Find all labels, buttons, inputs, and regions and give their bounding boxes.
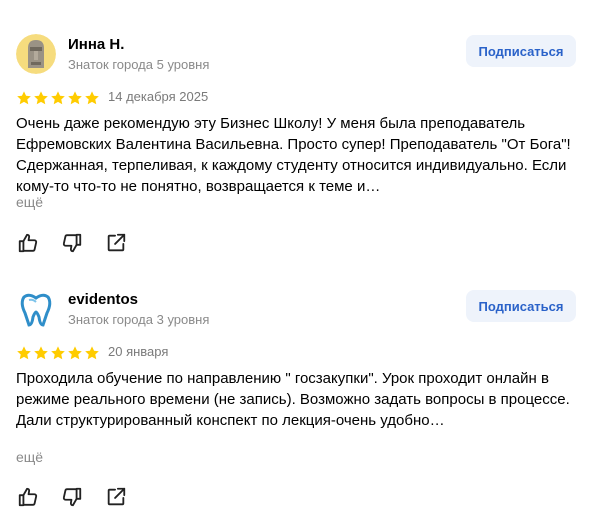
tooth-logo-icon <box>20 293 52 327</box>
star-icon <box>68 346 82 360</box>
star-icon <box>85 91 99 105</box>
review-date: 14 декабря 2025 <box>108 89 209 104</box>
subscribe-button[interactable]: Подписаться <box>466 35 576 67</box>
read-more-link[interactable]: ещё <box>16 194 43 210</box>
review-actions <box>16 231 148 255</box>
star-icon <box>17 91 31 105</box>
dislike-button[interactable] <box>60 231 84 255</box>
thumbs-down-icon <box>62 233 82 253</box>
star-icon <box>68 91 82 105</box>
star-icon <box>34 91 48 105</box>
thumbs-up-icon <box>18 233 38 253</box>
share-button[interactable] <box>104 231 128 255</box>
star-icon <box>51 91 65 105</box>
share-icon <box>107 233 126 252</box>
share-icon <box>107 487 126 506</box>
review-text: Проходила обучение по направлению " госз… <box>16 370 570 429</box>
avatar[interactable] <box>16 289 56 329</box>
author-level: Знаток города 5 уровня <box>68 57 210 72</box>
rating-stars <box>16 345 100 361</box>
star-icon <box>51 346 65 360</box>
like-button[interactable] <box>16 485 40 509</box>
thumbs-up-icon <box>18 487 38 507</box>
subscribe-button[interactable]: Подписаться <box>466 290 576 322</box>
author-name[interactable]: evidentos <box>68 291 138 308</box>
author-level: Знаток города 3 уровня <box>68 312 210 327</box>
moai-statue-icon <box>16 34 56 74</box>
share-button[interactable] <box>104 485 128 509</box>
review-text: Очень даже рекомендую эту Бизнес Школу! … <box>16 115 571 195</box>
review-date: 20 января <box>108 344 169 359</box>
avatar[interactable] <box>16 34 56 74</box>
read-more-link[interactable]: ещё <box>16 449 43 465</box>
rating-stars <box>16 90 100 106</box>
star-icon <box>34 346 48 360</box>
review-actions <box>16 485 148 509</box>
thumbs-down-icon <box>62 487 82 507</box>
dislike-button[interactable] <box>60 485 84 509</box>
star-icon <box>17 346 31 360</box>
author-name[interactable]: Инна Н. <box>68 36 124 53</box>
like-button[interactable] <box>16 231 40 255</box>
star-icon <box>85 346 99 360</box>
